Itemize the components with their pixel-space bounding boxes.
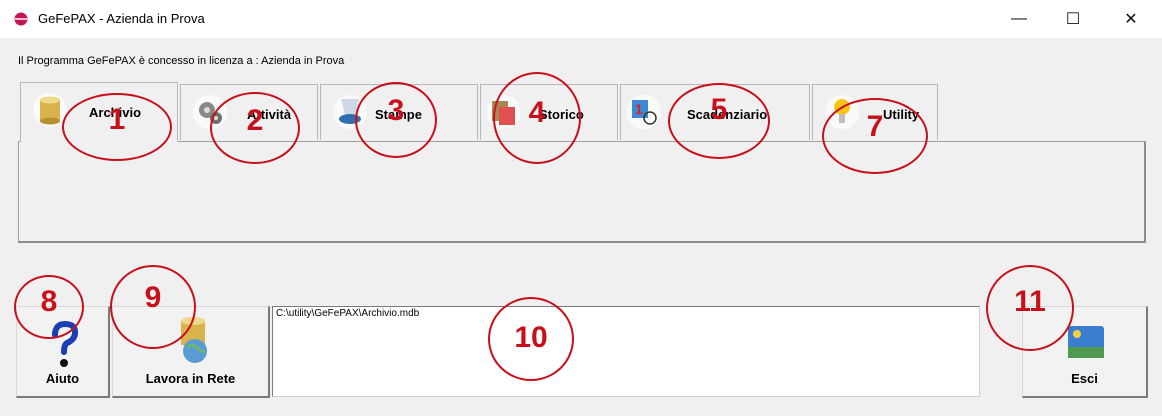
lightbulb-icon [825,95,859,129]
tab-utility[interactable]: Utility [812,84,938,140]
tab-scadenziario[interactable]: 1 Scadenziario [620,84,810,140]
svg-text:1: 1 [635,101,643,117]
help-button[interactable]: Aiuto [16,306,110,398]
exit-landscape-icon [1067,325,1105,359]
app-icon [14,12,28,26]
maximize-button[interactable]: ☐ [1050,0,1096,38]
minimize-button[interactable]: — [996,0,1042,38]
tab-stampe[interactable]: Stampe [320,84,478,140]
network-button-label: Lavora in Rete [145,371,236,386]
tab-attivita[interactable]: Attività [180,84,318,140]
gears-icon [193,95,227,129]
database-path-value: C:\utility\GeFePAX\Archivio.mdb [276,308,420,319]
tab-content-panel [18,141,1146,243]
network-button[interactable]: Lavora in Rete [112,306,270,398]
tab-label: Stampe [375,107,422,122]
close-button[interactable]: ✕ [1108,0,1154,38]
calendar-clock-icon: 1 [627,95,661,129]
title-bar: GeFePAX - Azienda in Prova — ☐ ✕ [0,0,1162,38]
tab-label: Utility [883,107,920,122]
tab-storico[interactable]: Storico [480,84,618,140]
tab-archivio[interactable]: Archivio [20,82,178,142]
window-title: GeFePAX - Azienda in Prova [38,11,205,26]
question-mark-icon [47,320,81,369]
printer-icon [333,95,367,129]
tab-label: Storico [539,107,584,122]
tab-label: Scadenziario [687,107,768,122]
tab-label: Attività [247,107,292,122]
help-button-label: Aiuto [45,371,80,386]
network-database-icon [177,317,213,365]
tab-label: Archivio [89,105,142,120]
exit-button-label: Esci [1071,371,1098,386]
database-path-field[interactable]: C:\utility\GeFePAX\Archivio.mdb [272,306,980,397]
history-icon [487,95,521,129]
exit-button[interactable]: Esci [1022,306,1148,398]
license-text: Il Programma GeFePAX è concesso in licen… [18,55,345,67]
database-icon [33,93,67,127]
